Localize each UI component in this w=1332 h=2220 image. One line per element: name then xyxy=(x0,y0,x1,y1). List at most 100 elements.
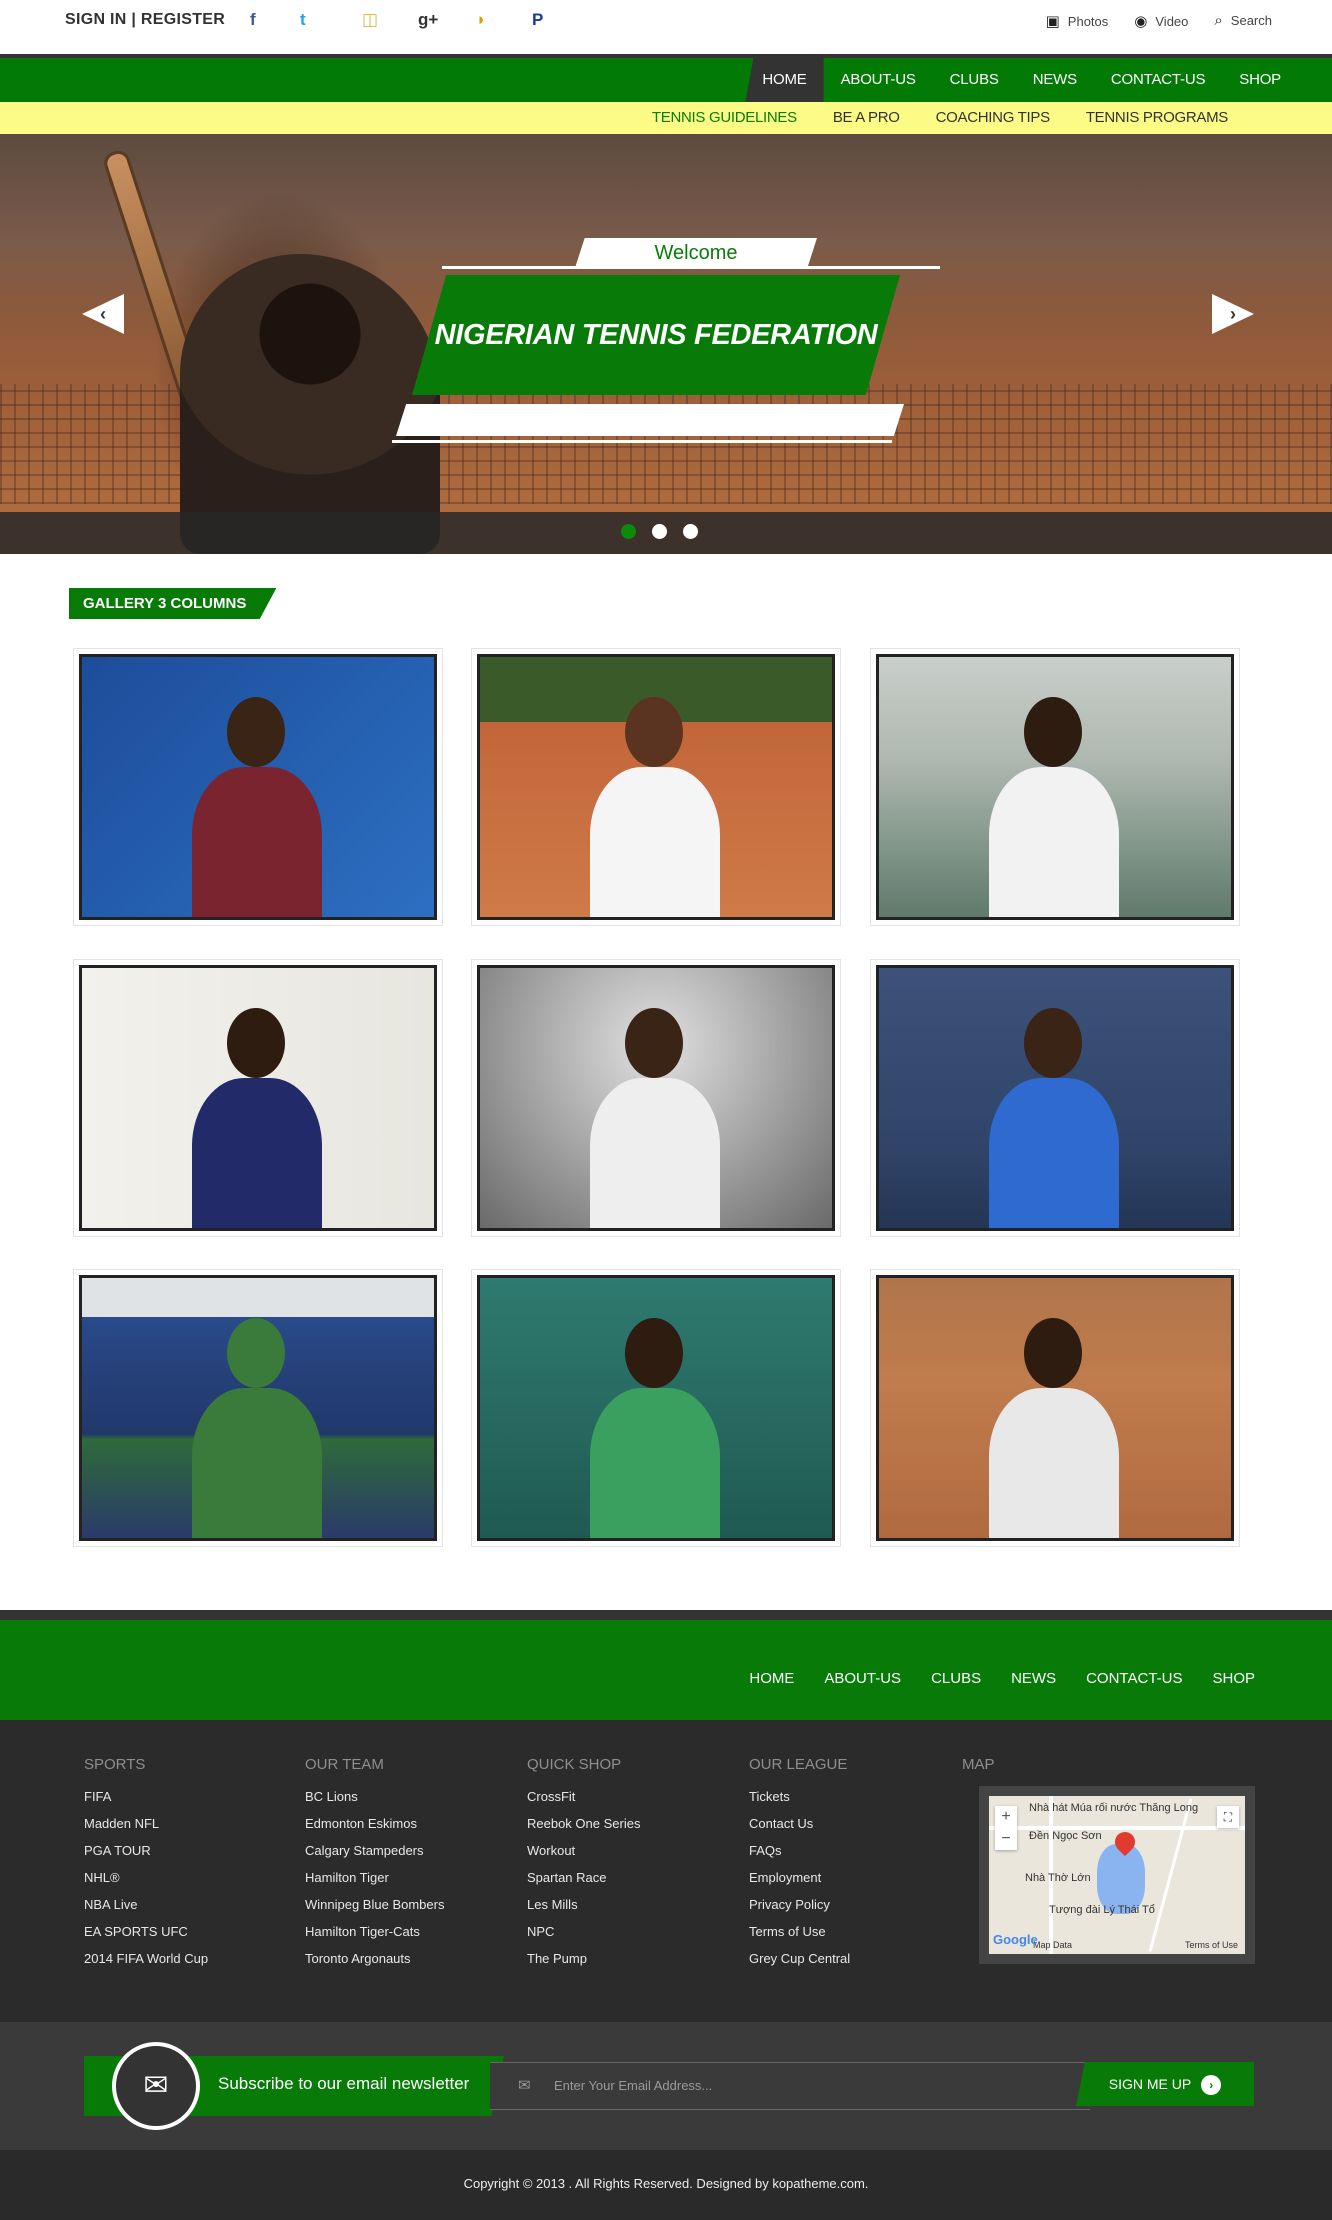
map-zoom-control[interactable]: + − xyxy=(995,1806,1017,1850)
footer-link[interactable]: FIFA xyxy=(84,1783,284,1810)
subnav-item[interactable]: COACHING TIPS xyxy=(918,102,1068,134)
footer-link[interactable]: 2014 FIFA World Cup xyxy=(84,1945,284,1972)
footer-link[interactable]: Terms of Use xyxy=(749,1918,949,1945)
footer-link[interactable]: Les Mills xyxy=(527,1891,727,1918)
footer-link[interactable]: Calgary Stampeders xyxy=(305,1837,505,1864)
gallery-photo[interactable] xyxy=(477,654,835,920)
footer-link[interactable]: Hamilton Tiger xyxy=(305,1864,505,1891)
photo-icon: ▣ xyxy=(1045,13,1060,30)
footer-link[interactable]: PGA TOUR xyxy=(84,1837,284,1864)
hero-divider xyxy=(442,266,940,269)
gallery-photo[interactable] xyxy=(477,1275,835,1541)
footer-link-list: CrossFit Reebok One Series Workout Spartan … xyxy=(527,1783,727,1972)
map-label: Đền Ngọc Sơn xyxy=(1029,1830,1102,1842)
main-nav-items: HOME ABOUT-US CLUBS NEWS CONTACT-US SHOP xyxy=(745,58,1298,102)
footer-link[interactable]: Toronto Argonauts xyxy=(305,1945,505,1972)
footer-link[interactable]: EA SPORTS UFC xyxy=(84,1918,284,1945)
photo-figure xyxy=(989,767,1119,917)
nav-item-about-us[interactable]: ABOUT-US xyxy=(824,58,933,102)
gallery-item[interactable] xyxy=(870,648,1240,926)
footer-link[interactable]: Tickets xyxy=(749,1783,949,1810)
gallery-item[interactable] xyxy=(870,1269,1240,1547)
gallery-photo[interactable] xyxy=(79,965,437,1231)
footer-link[interactable]: Spartan Race xyxy=(527,1864,727,1891)
footer-nav-item[interactable]: NEWS xyxy=(996,1670,1071,1687)
map-fullscreen-icon[interactable]: ⛶ xyxy=(1217,1806,1239,1828)
rss-icon[interactable]: ◗ xyxy=(476,10,486,30)
hero-bar xyxy=(396,404,904,436)
sign-in-register-link[interactable]: SIGN IN | REGISTER xyxy=(65,11,225,29)
next-slide-arrow-icon[interactable]: › xyxy=(1212,294,1254,334)
google-plus-icon[interactable]: g+ xyxy=(418,10,438,30)
gallery-photo[interactable] xyxy=(876,1275,1234,1541)
gallery-item[interactable] xyxy=(73,1269,443,1547)
sign-me-up-button[interactable]: SIGN ME UP › xyxy=(1076,2062,1254,2106)
footer-link[interactable]: Edmonton Eskimos xyxy=(305,1810,505,1837)
nav-item-contact-us[interactable]: CONTACT-US xyxy=(1094,58,1222,102)
nav-item-shop[interactable]: SHOP xyxy=(1222,58,1298,102)
prev-slide-arrow-icon[interactable]: ‹ xyxy=(82,294,124,334)
newsletter-email-input[interactable]: ✉ Enter Your Email Address... xyxy=(490,2062,1090,2110)
footer-nav: HOME ABOUT-US CLUBS NEWS CONTACT-US SHOP xyxy=(0,1610,1332,1720)
video-label: Video xyxy=(1155,14,1189,29)
gallery-item[interactable] xyxy=(73,959,443,1237)
map-terms-link[interactable]: Terms of Use xyxy=(1185,1940,1238,1950)
footer-link[interactable]: Employment xyxy=(749,1864,949,1891)
instagram-icon[interactable]: ◫ xyxy=(362,10,378,30)
nav-item-news[interactable]: NEWS xyxy=(1016,58,1094,102)
footer-link[interactable]: Hamilton Tiger-Cats xyxy=(305,1918,505,1945)
facebook-icon[interactable]: f xyxy=(250,10,256,30)
footer-nav-item[interactable]: HOME xyxy=(734,1670,809,1687)
gallery-item[interactable] xyxy=(471,959,841,1237)
footer-link[interactable]: Reebok One Series xyxy=(527,1810,727,1837)
footer-col-title: SPORTS xyxy=(84,1756,146,1773)
search-link[interactable]: ⌕ Search xyxy=(1214,12,1272,30)
slider-dot[interactable] xyxy=(683,524,698,539)
footer-nav-item[interactable]: SHOP xyxy=(1197,1670,1270,1687)
nav-item-clubs[interactable]: CLUBS xyxy=(933,58,1016,102)
subnav-item[interactable]: TENNIS PROGRAMS xyxy=(1068,102,1246,134)
footer-link[interactable]: Workout xyxy=(527,1837,727,1864)
footer-link[interactable]: Privacy Policy xyxy=(749,1891,949,1918)
gallery-item[interactable] xyxy=(73,648,443,926)
footer-link[interactable]: NPC xyxy=(527,1918,727,1945)
footer-link[interactable]: NBA Live xyxy=(84,1891,284,1918)
slider-dot[interactable] xyxy=(652,524,667,539)
footer-nav-item[interactable]: CONTACT-US xyxy=(1071,1670,1197,1687)
footer-nav-stripe xyxy=(80,1620,434,1623)
gallery-photo[interactable] xyxy=(477,965,835,1231)
footer-nav-item[interactable]: CLUBS xyxy=(916,1670,996,1687)
photo-figure-head xyxy=(227,1008,285,1078)
subnav-item[interactable]: TENNIS GUIDELINES xyxy=(634,102,815,134)
gallery-item[interactable] xyxy=(471,1269,841,1547)
footer-link[interactable]: Winnipeg Blue Bombers xyxy=(305,1891,505,1918)
pinterest-icon[interactable]: P xyxy=(532,10,543,30)
slider-dot[interactable] xyxy=(621,524,636,539)
footer-link[interactable]: FAQs xyxy=(749,1837,949,1864)
map-canvas[interactable]: Nhà hát Múa rối nước Thăng Long Đền Ngọc… xyxy=(989,1796,1245,1954)
gallery-item[interactable] xyxy=(471,648,841,926)
video-link[interactable]: ◉ Video xyxy=(1134,12,1188,30)
footer-link[interactable]: Madden NFL xyxy=(84,1810,284,1837)
footer-link[interactable]: BC Lions xyxy=(305,1783,505,1810)
footer-link[interactable]: NHL® xyxy=(84,1864,284,1891)
map-widget[interactable]: Nhà hát Múa rối nước Thăng Long Đền Ngọc… xyxy=(979,1786,1255,1964)
twitter-icon[interactable]: t xyxy=(300,10,306,30)
search-label: Search xyxy=(1230,13,1272,28)
nav-item-home[interactable]: HOME xyxy=(745,58,824,102)
photo-figure xyxy=(590,767,720,917)
subnav-item[interactable]: BE A PRO xyxy=(815,102,918,134)
footer-link[interactable]: The Pump xyxy=(527,1945,727,1972)
gallery-item[interactable] xyxy=(870,959,1240,1237)
footer-link[interactable]: Grey Cup Central xyxy=(749,1945,949,1972)
gallery-photo[interactable] xyxy=(79,654,437,920)
gallery-photo[interactable] xyxy=(876,654,1234,920)
gallery-photo[interactable] xyxy=(79,1275,437,1541)
footer-link[interactable]: CrossFit xyxy=(527,1783,727,1810)
photos-link[interactable]: ▣ Photos xyxy=(1046,12,1109,30)
newsletter-label: Subscribe to our email newsletter xyxy=(218,2074,470,2093)
footer-link-list: Tickets Contact Us FAQs Employment Privacy P… xyxy=(749,1783,949,1972)
footer-link[interactable]: Contact Us xyxy=(749,1810,949,1837)
footer-nav-item[interactable]: ABOUT-US xyxy=(809,1670,916,1687)
gallery-photo[interactable] xyxy=(876,965,1234,1231)
